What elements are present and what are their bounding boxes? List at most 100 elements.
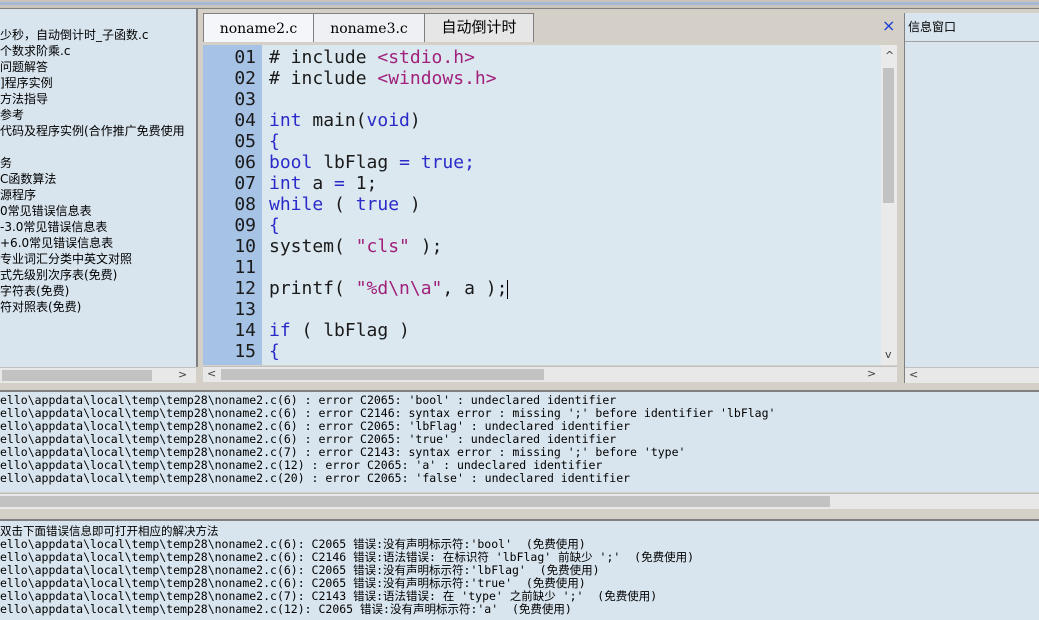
line-number: 07: [234, 173, 256, 194]
code-line: int a = 1;: [269, 173, 377, 194]
code-token: (: [323, 194, 356, 215]
tree-item[interactable]: 0常见错误信息表: [0, 203, 92, 219]
top-bar: [0, 0, 1039, 9]
scroll-left-arrow-icon[interactable]: <: [207, 367, 216, 381]
scroll-right-arrow-icon[interactable]: >: [867, 367, 876, 381]
line-number: 02: [234, 68, 256, 89]
info-window-title: 信息窗口: [908, 20, 957, 34]
code-token: true: [355, 194, 400, 215]
tree-item[interactable]: ]程序实例: [0, 75, 53, 91]
code-token: a: [301, 173, 335, 194]
code-line: int main(void): [269, 110, 421, 131]
tree-item[interactable]: 源程序: [0, 187, 36, 203]
code-token: int: [269, 110, 302, 131]
code-line: bool lbFlag = true;: [269, 152, 475, 173]
scroll-down-arrow-icon[interactable]: v: [885, 348, 892, 362]
code-token: void: [366, 110, 410, 131]
tab-noname3[interactable]: noname3.c: [313, 13, 425, 42]
editor-horizontal-scrollbar[interactable]: < >: [203, 366, 897, 382]
error-help-panel[interactable]: 双击下面错误信息即可打开相应的解决方法 ello\appdata\local\te…: [0, 519, 1039, 620]
tree-item[interactable]: -3.0常见错误信息表: [0, 219, 107, 235]
scroll-left-arrow-icon[interactable]: <: [909, 368, 918, 382]
code-token: ): [409, 110, 421, 131]
code-line: # include <stdio.h>: [269, 47, 475, 68]
code-line: if ( lbFlag ): [269, 320, 410, 341]
text-cursor: [507, 279, 509, 299]
build-output-panel[interactable]: ello\appdata\local\temp\temp28\noname2.c…: [0, 390, 1039, 492]
code-token: {: [269, 131, 280, 152]
code-token: <windows.h>: [377, 68, 497, 89]
code-token: lbFlag: [312, 152, 400, 173]
code-token: "cls": [355, 236, 410, 257]
code-token: {: [269, 215, 280, 236]
close-tab-icon[interactable]: ×: [882, 16, 895, 35]
code-token: , a );: [442, 278, 508, 299]
code-line: while ( true ): [269, 194, 421, 215]
code-token: ( lbFlag ): [290, 320, 410, 341]
tree-item[interactable]: 个数求阶乘.c: [0, 43, 70, 59]
code-token: while: [269, 194, 324, 215]
tree-item[interactable]: 务: [0, 155, 12, 171]
code-line: printf( "%d\n\a", a );: [269, 278, 509, 299]
line-number: 12: [234, 278, 256, 299]
code-token: true: [420, 152, 465, 173]
code-line: {: [269, 215, 280, 236]
line-number: 11: [234, 257, 256, 278]
line-number: 13: [234, 299, 256, 320]
code-token: system(: [269, 236, 356, 257]
tree-item[interactable]: +6.0常见错误信息表: [0, 235, 113, 251]
code-editor[interactable]: # include <stdio.h> # include <windows.h>…: [262, 45, 881, 365]
line-number: 04: [234, 110, 256, 131]
tab-countdown[interactable]: 自动倒计时: [424, 13, 534, 42]
line-number-gutter: 01 02 03 04 05 06 07 08 09 10 11 12 13 14 15: [203, 45, 262, 365]
code-token: printf(: [269, 278, 356, 299]
line-number: 08: [234, 194, 256, 215]
output-line[interactable]: ello\appdata\local\temp\temp28\noname2.c…: [0, 472, 630, 485]
scroll-up-arrow-icon[interactable]: ^: [885, 49, 894, 63]
tree-item[interactable]: 问题解答: [0, 59, 48, 75]
code-token: main(: [301, 110, 367, 131]
code-token: # include: [269, 47, 378, 68]
code-token: int: [269, 173, 302, 194]
tree-item[interactable]: 式先级别次序表(免费): [0, 267, 117, 283]
line-number: 06: [234, 152, 256, 173]
code-token: =: [334, 173, 345, 194]
code-line: {: [269, 341, 280, 362]
code-token: "%d\n\a": [355, 278, 443, 299]
tree-item[interactable]: C函数算法: [0, 171, 56, 187]
tree-item[interactable]: 代码及程序实例(合作推广免费使用: [0, 123, 185, 139]
info-horizontal-scrollbar[interactable]: <: [905, 367, 1039, 383]
code-token: 1;: [344, 173, 378, 194]
project-tree-panel: 少秒，自动倒计时_子函数.c 个数求阶乘.c 问题解答]程序实例 方法指导 参考 代码及程…: [0, 9, 198, 367]
tab-noname2[interactable]: noname2.c: [203, 13, 314, 42]
editor-vertical-scrollbar[interactable]: ^ v: [881, 45, 897, 365]
line-number: 09: [234, 215, 256, 236]
code-token: bool: [269, 152, 313, 173]
code-token: {: [269, 341, 280, 362]
line-number: 05: [234, 131, 256, 152]
tree-item[interactable]: 字符表(免费): [0, 283, 69, 299]
code-token: if: [269, 320, 291, 341]
tree-horizontal-scrollbar[interactable]: >: [0, 367, 196, 383]
line-number: 03: [234, 89, 256, 110]
tree-item[interactable]: 符对照表(免费): [0, 299, 81, 315]
scroll-right-arrow-icon[interactable]: >: [178, 368, 187, 382]
output-line[interactable]: ello\appdata\local\temp\temp28\noname2.c…: [0, 603, 572, 616]
line-number: 14: [234, 320, 256, 341]
code-token: ): [399, 194, 421, 215]
code-token: );: [409, 236, 443, 257]
code-line: system( "cls" );: [269, 236, 442, 257]
info-window: 信息窗口: [904, 13, 1039, 383]
tree-item[interactable]: 少秒，自动倒计时_子函数.c: [0, 27, 148, 43]
line-number: 15: [234, 341, 256, 362]
code-token: <stdio.h>: [377, 47, 475, 68]
tree-item[interactable]: 参考: [0, 107, 24, 123]
tree-item[interactable]: 方法指导: [0, 91, 48, 107]
code-token: ;: [464, 152, 475, 173]
build-output-scrollbar[interactable]: [0, 493, 1039, 509]
code-token: =: [399, 152, 410, 173]
tree-item[interactable]: 专业词汇分类中英文对照: [0, 251, 132, 267]
code-line: # include <windows.h>: [269, 68, 497, 89]
code-token: # include: [269, 68, 378, 89]
